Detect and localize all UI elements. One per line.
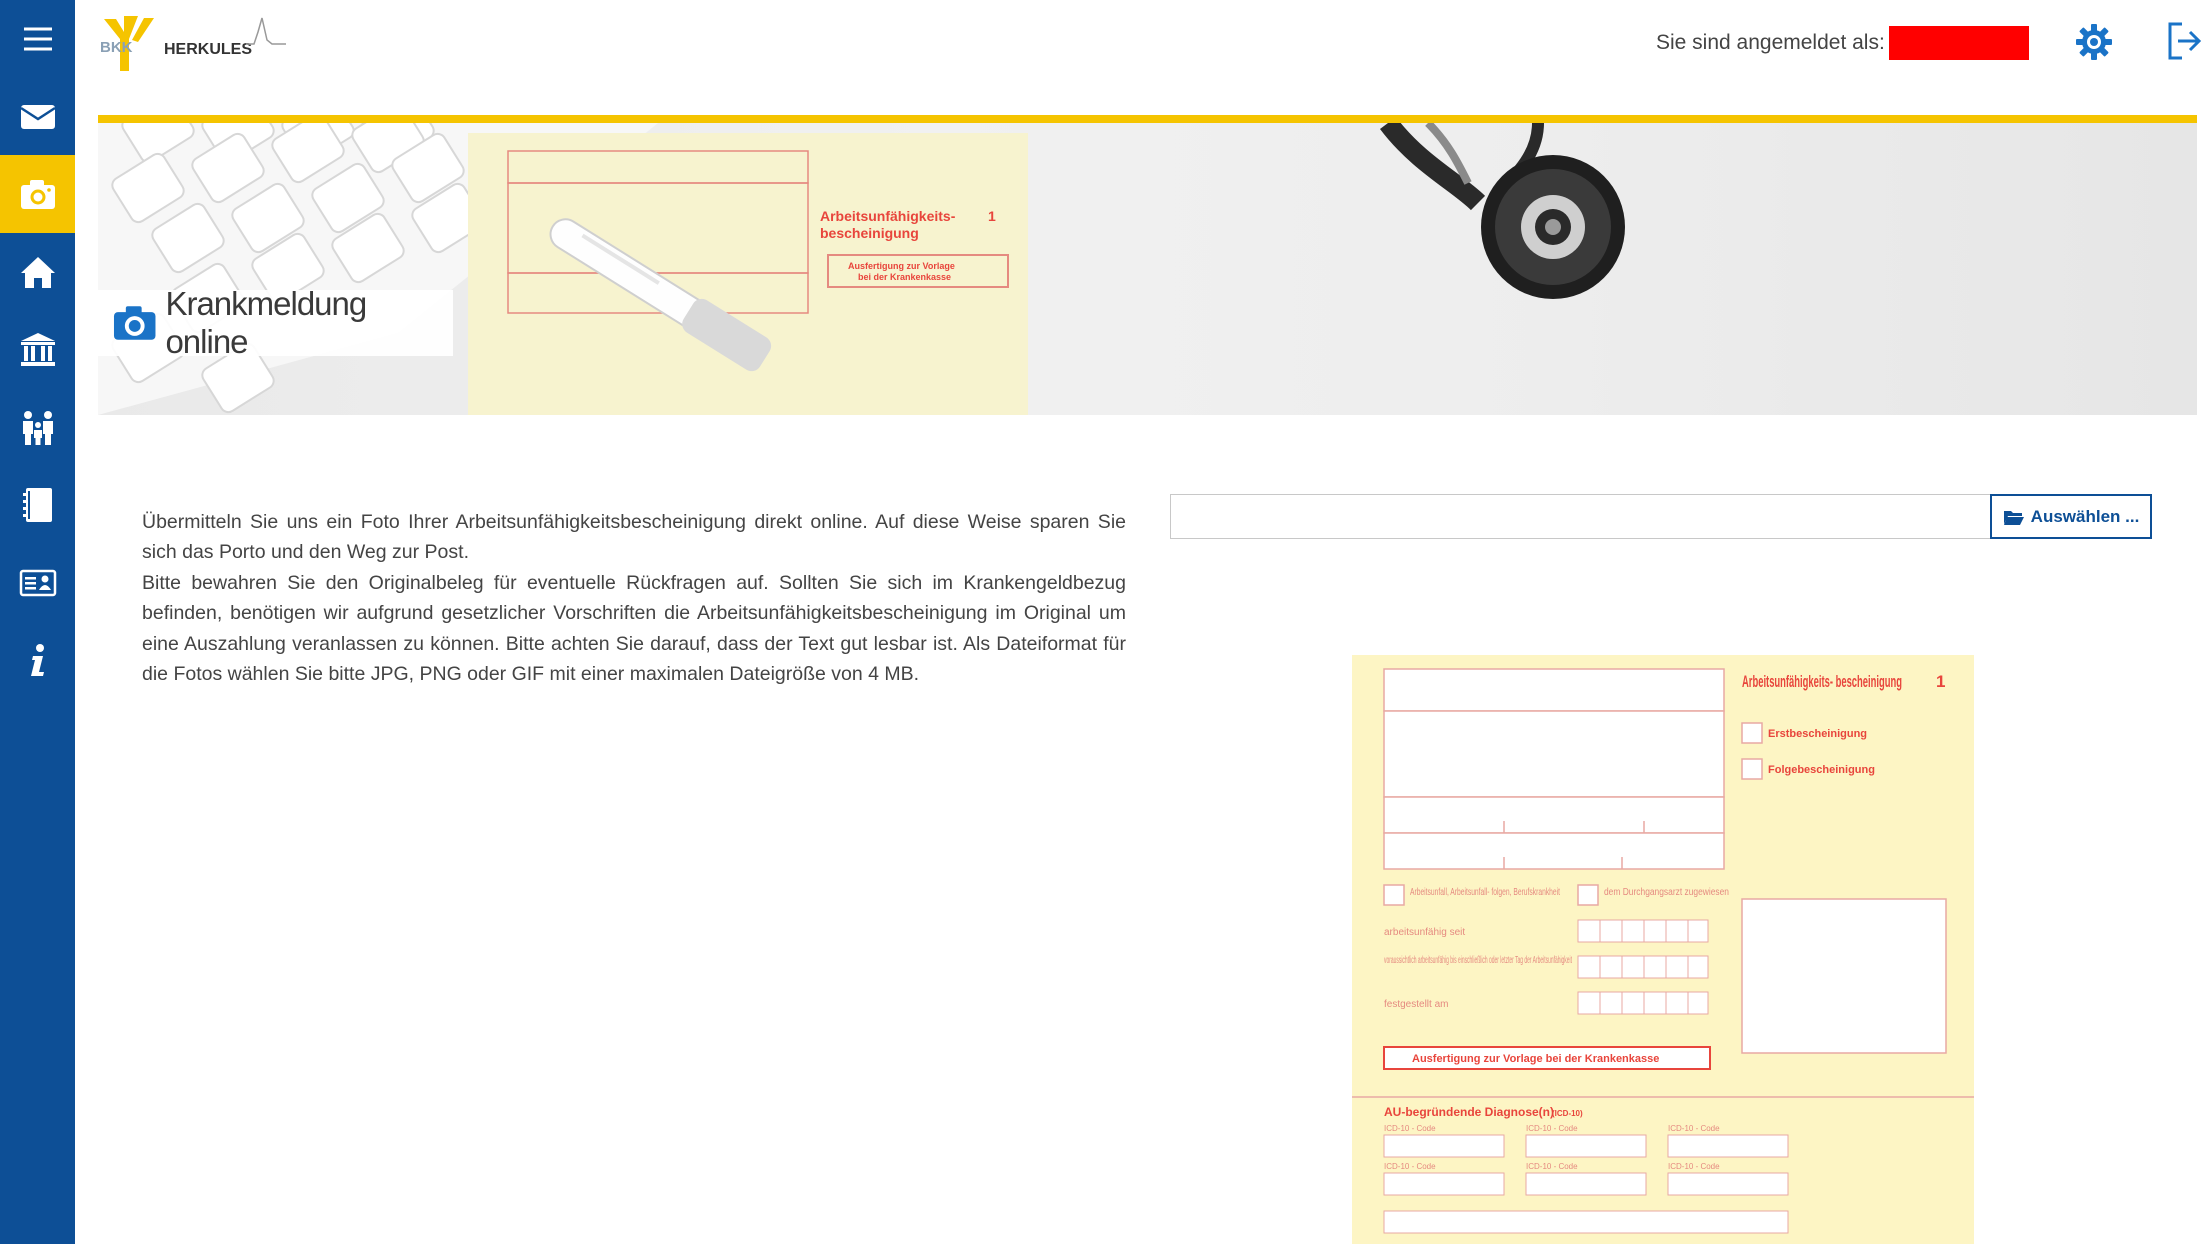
info-icon xyxy=(30,644,44,676)
description-paragraph: Bitte bewahren Sie den Originalbeleg für… xyxy=(142,571,1126,686)
notebook-icon xyxy=(22,488,52,522)
nav-messages[interactable] xyxy=(0,78,75,156)
form-stamp-label: Ausfertigung zur Vorlage bei der Kranken… xyxy=(1412,1053,1659,1065)
choose-file-button[interactable]: Auswählen ... xyxy=(1990,494,2152,539)
choose-file-label: Auswählen ... xyxy=(2030,506,2140,526)
gear-icon[interactable] xyxy=(2074,22,2114,62)
family-icon xyxy=(22,411,53,445)
logo-herkules-text: HERKULES xyxy=(164,41,252,58)
form-icd-label: ICD-10 - Code xyxy=(1668,1124,1720,1133)
form-since-label: arbeitsunfähig seit xyxy=(1384,927,1465,938)
logo-bkk-text: BKK xyxy=(100,39,133,56)
sick-note-illustration: Arbeitsunfähigkeits- bescheinigung 1 Aus… xyxy=(468,133,1028,415)
camera-icon xyxy=(20,180,55,209)
nav-home[interactable] xyxy=(0,233,75,311)
form-transit-label: dem Durchgangsarzt zugewiesen xyxy=(1604,887,1729,898)
page-title-box: Krankmeldung online xyxy=(98,285,453,360)
form-option-followup: Folgebescheinigung xyxy=(1768,764,1875,776)
page-title: Krankmeldung online xyxy=(165,285,367,360)
form-until-label: voraussichtlich arbeitsunfähig bis einsc… xyxy=(1384,955,1572,966)
form-diagnosis-label: AU-begründende Diagnose(n) xyxy=(1384,1105,1554,1119)
form-icd-label: ICD-10 - Code xyxy=(1384,1124,1436,1133)
svg-text:Arbeitsunfähigkeits-: Arbeitsunfähigkeits- xyxy=(820,208,956,224)
bank-icon xyxy=(20,333,55,366)
logout-icon[interactable] xyxy=(2166,20,2202,62)
id-card-icon xyxy=(19,569,56,597)
form-accident-label: Arbeitsunfall, Arbeitsunfall- folgen, Be… xyxy=(1410,887,1560,898)
nav-krankmeldung[interactable] xyxy=(0,155,75,233)
svg-text:bescheinigung: bescheinigung xyxy=(820,225,919,241)
home-icon xyxy=(20,257,55,288)
nav-bank[interactable] xyxy=(0,311,75,389)
form-icd-label: ICD-10 - Code xyxy=(1526,1124,1578,1133)
nav-contact[interactable] xyxy=(0,544,75,622)
form-determined-label: festgestellt am xyxy=(1384,999,1448,1010)
description-text: Übermitteln Sie uns ein Foto Ihrer Arbei… xyxy=(142,507,1126,689)
form-diagnosis-suffix: (ICD-10) xyxy=(1552,1109,1583,1118)
form-icd-label: ICD-10 - Code xyxy=(1668,1162,1720,1171)
sample-sick-note-image: Arbeitsunfähigkeits- bescheinigung 1 Ers… xyxy=(1352,655,1974,1244)
form-number: 1 xyxy=(1936,672,1945,691)
svg-text:Ausfertigung zur Vorlage: Ausfertigung zur Vorlage xyxy=(848,261,955,271)
file-path-input[interactable] xyxy=(1170,494,1990,539)
sidebar xyxy=(0,0,75,1244)
form-title-line: Arbeitsunfähigkeits- bescheinigung xyxy=(1742,672,1902,691)
form-icd-label: ICD-10 - Code xyxy=(1384,1162,1436,1171)
svg-text:bei der Krankenkasse: bei der Krankenkasse xyxy=(858,272,951,282)
folder-open-icon xyxy=(2003,510,2024,525)
stethoscope-illustration xyxy=(1380,123,1625,299)
logged-in-label: Sie sind angemeldet als: xyxy=(1656,31,1885,54)
bkk-herkules-logo[interactable]: BKK HERKULES xyxy=(96,14,296,84)
nav-documents[interactable] xyxy=(0,466,75,544)
nav-info[interactable] xyxy=(0,622,75,700)
file-upload: Auswählen ... xyxy=(1170,494,2152,539)
banner-accent-line xyxy=(98,115,2197,123)
menu-icon xyxy=(23,27,52,51)
camera-icon xyxy=(113,306,156,340)
form-option-first: Erstbescheinigung xyxy=(1768,728,1867,740)
description-paragraph: Übermitteln Sie uns ein Foto Ihrer Arbei… xyxy=(142,511,1126,564)
header-banner-image: Arbeitsunfähigkeits- bescheinigung 1 Aus… xyxy=(98,123,2197,415)
form-icd-label: ICD-10 - Code xyxy=(1526,1162,1578,1171)
nav-family[interactable] xyxy=(0,389,75,467)
menu-button[interactable] xyxy=(0,0,75,78)
svg-text:1: 1 xyxy=(988,208,996,224)
logged-in-info: Sie sind angemeldet als: xyxy=(1656,26,2029,60)
mail-icon xyxy=(19,105,56,129)
username-redacted xyxy=(1888,26,2029,60)
